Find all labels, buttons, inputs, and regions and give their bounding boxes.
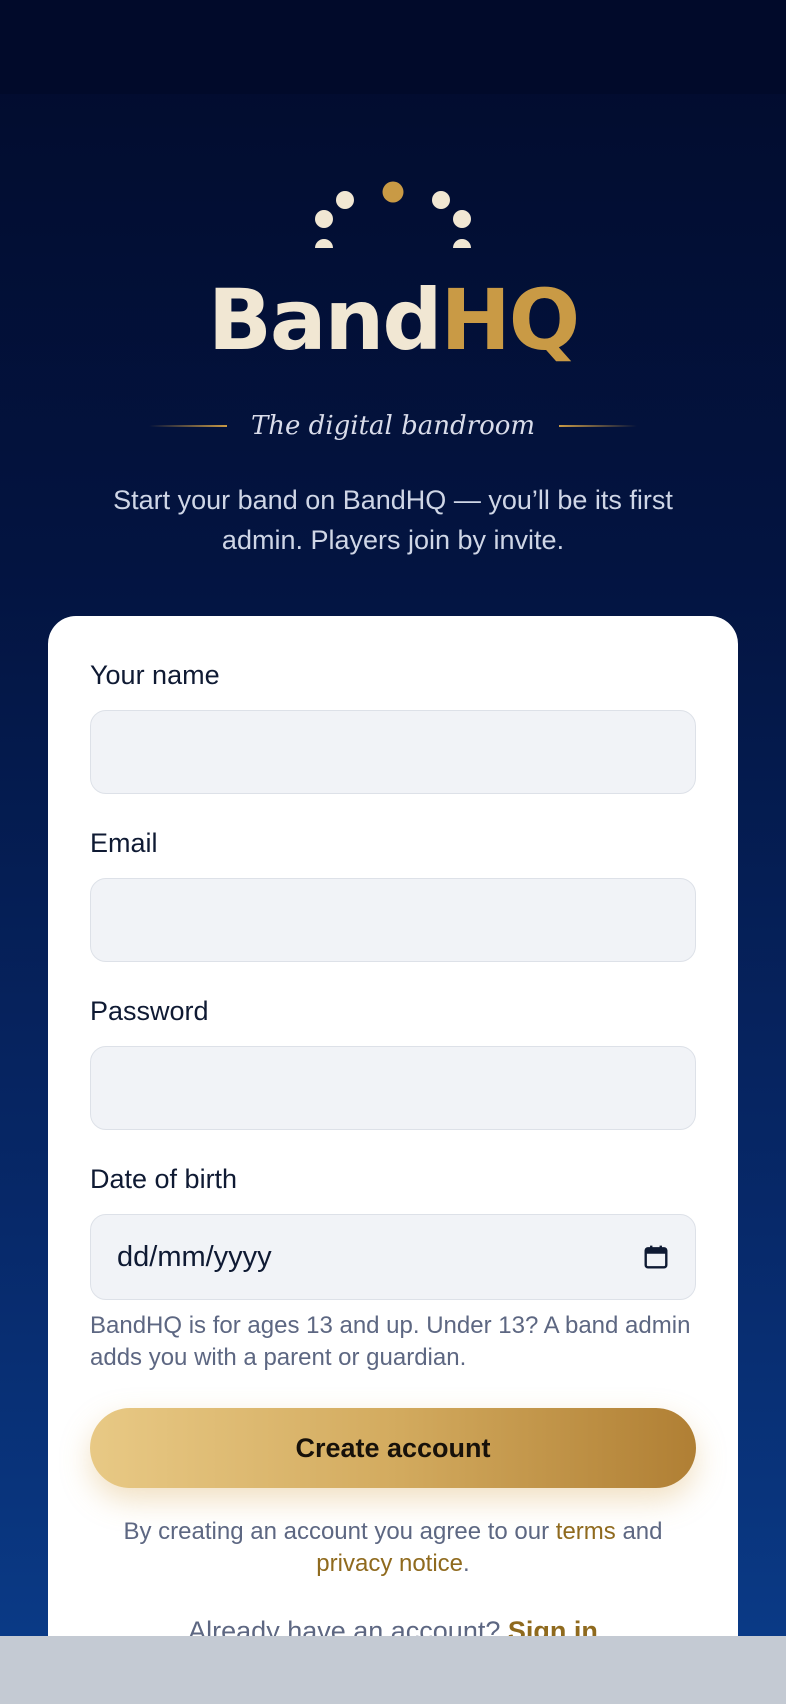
legal-text: By creating an account you agree to our … [90, 1516, 696, 1580]
dob-placeholder: dd/mm/yyyy [117, 1240, 272, 1273]
status-bar-area [0, 0, 786, 94]
brand-name-part1: Band [207, 271, 443, 369]
age-hint: BandHQ is for ages 13 and up. Under 13? … [90, 1312, 691, 1371]
tagline-divider-left [148, 425, 227, 427]
terms-link[interactable]: terms [556, 1518, 616, 1545]
legal-prefix: By creating an account you agree to our [123, 1518, 556, 1545]
signin-row: Already have an account? Sign in [90, 1616, 696, 1636]
password-input[interactable] [90, 1046, 696, 1130]
tagline-divider-right [559, 425, 638, 427]
password-label: Password [90, 996, 209, 1026]
intro-text: Start your band on BandHQ — you’ll be it… [113, 485, 673, 555]
signin-prompt: Already have an account? [188, 1616, 508, 1636]
calendar-icon[interactable] [643, 1244, 669, 1270]
email-label: Email [90, 828, 158, 858]
name-input[interactable] [90, 710, 696, 794]
sign-in-link[interactable]: Sign in [508, 1616, 598, 1636]
signup-screen: BandHQ The digital bandroom Start your b… [0, 0, 786, 1636]
create-account-button[interactable]: Create account [90, 1408, 696, 1488]
legal-middle: and [615, 1518, 663, 1545]
tagline-row: The digital bandroom [0, 406, 786, 446]
brand-name-part2: HQ [440, 271, 580, 369]
dob-label: Date of birth [90, 1164, 238, 1194]
band-arc-logo-icon [315, 181, 471, 248]
dob-input[interactable]: dd/mm/yyyy [90, 1214, 696, 1300]
privacy-notice-link[interactable]: privacy notice [316, 1550, 463, 1577]
tagline: The digital bandroom [250, 411, 536, 441]
brand-wordmark: BandHQ [0, 270, 786, 370]
legal-suffix: . [463, 1550, 470, 1577]
email-input[interactable] [90, 878, 696, 962]
name-label: Your name [90, 660, 220, 690]
signup-card: Your name Email Password Date of birth d… [48, 616, 738, 1636]
bottom-navigation-bar [0, 1636, 786, 1704]
